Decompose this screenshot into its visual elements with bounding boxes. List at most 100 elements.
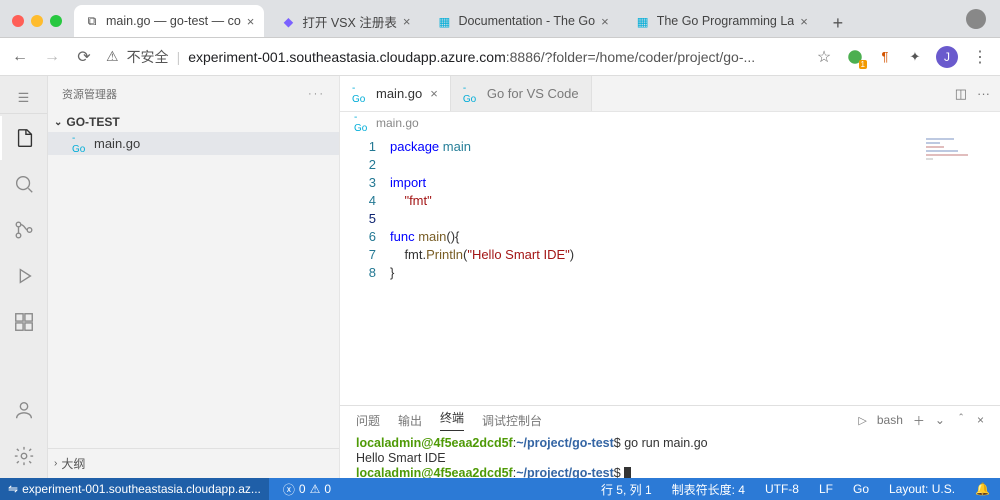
terminal[interactable]: localadmin@4f5eaa2dcd5f:~/project/go-tes…	[340, 434, 1000, 478]
browser-tab-2[interactable]: ◆ 打开 VSX 注册表 ×	[270, 5, 420, 37]
new-terminal-icon[interactable]: ＋	[913, 412, 925, 429]
activity-bar: ☰	[0, 76, 48, 478]
profile-badge[interactable]: J	[936, 46, 958, 68]
editor-tab-main-go[interactable]: -Go main.go ×	[340, 76, 451, 111]
close-tab-icon[interactable]: ×	[800, 14, 808, 29]
panel-tab-output[interactable]: 输出	[398, 412, 422, 429]
close-icon[interactable]: ×	[430, 86, 438, 101]
split-terminal-icon[interactable]: ⌄	[935, 413, 945, 427]
panel-tab-problems[interactable]: 问题	[356, 412, 380, 429]
code-editor[interactable]: 12345678 package main import "fmt" func …	[340, 134, 1000, 405]
indentation[interactable]: 制表符长度: 4	[668, 481, 749, 498]
minimap[interactable]	[926, 138, 996, 178]
go-file-icon: -Go	[352, 88, 368, 100]
language-mode[interactable]: Go	[849, 482, 873, 496]
search-icon[interactable]	[0, 162, 48, 206]
explorer-header: 资源管理器 ···	[48, 76, 339, 112]
editor-tab-go-ext[interactable]: -Go Go for VS Code	[451, 76, 592, 111]
ide-root: ☰ 资源管理器 ··· ⌄ GO-TEST -Go main.go › 大纲	[0, 76, 1000, 478]
error-count: 0	[299, 482, 306, 496]
outline-label: 大纲	[61, 455, 85, 472]
profile-avatar[interactable]	[966, 9, 986, 29]
explorer-sidebar: 资源管理器 ··· ⌄ GO-TEST -Go main.go › 大纲	[48, 76, 340, 478]
bottom-panel: 问题 输出 终端 调试控制台 ▷ bash ＋ ⌄ ＾ × localadmin…	[340, 405, 1000, 478]
cursor-position[interactable]: 行 5, 列 1	[597, 481, 656, 498]
editor-area: -Go main.go × -Go Go for VS Code ◫ ··· -…	[340, 76, 1000, 478]
insecure-label: 不安全	[127, 47, 169, 67]
run-debug-icon[interactable]	[0, 254, 48, 298]
encoding[interactable]: UTF-8	[761, 482, 803, 496]
maximize-panel-icon[interactable]: ＾	[955, 412, 967, 429]
file-name: main.go	[94, 136, 140, 151]
browser-toolbar: ← → ⟳ ⚠ 不安全 | experiment-001.southeastas…	[0, 38, 1000, 76]
breadcrumb[interactable]: -Go main.go	[340, 112, 1000, 134]
more-icon[interactable]: ···	[308, 88, 325, 100]
code-content[interactable]: package main import "fmt" func main(){ f…	[390, 134, 1000, 405]
pilcrow-icon[interactable]: ¶	[876, 48, 894, 66]
outline-section[interactable]: › 大纲	[48, 448, 339, 478]
go-site-icon: ▦	[635, 13, 651, 29]
forward-button[interactable]: →	[42, 48, 62, 66]
warning-icon: ⚠	[310, 482, 321, 496]
go-doc-icon: ▦	[436, 13, 452, 29]
terminal-launch-icon[interactable]: ▷	[858, 414, 866, 427]
back-button[interactable]: ←	[10, 48, 30, 66]
close-panel-icon[interactable]: ×	[977, 413, 984, 427]
chevron-right-icon: ›	[54, 458, 57, 469]
status-bar: ⇋ experiment-001.southeastasia.cloudapp.…	[0, 478, 1000, 500]
close-tab-icon[interactable]: ×	[247, 14, 255, 29]
bookmark-icon[interactable]: ☆	[814, 47, 834, 67]
extensions-icon[interactable]: ✦	[906, 48, 924, 66]
tab-label: main.go	[376, 86, 422, 101]
go-file-icon: -Go	[354, 117, 370, 129]
notifications-icon[interactable]: 🔔	[971, 482, 994, 496]
url-rest: :8886/?folder=/home/coder/project/go-...	[506, 49, 755, 65]
tab-label: Go for VS Code	[487, 86, 579, 101]
tab-label: main.go — go-test — co	[106, 14, 241, 28]
close-window[interactable]	[12, 15, 24, 27]
problems-indicator[interactable]: ⓧ0 ⚠0	[279, 481, 335, 498]
browser-tab-1[interactable]: ⧉ main.go — go-test — co ×	[74, 5, 264, 37]
explorer-icon[interactable]	[0, 116, 48, 160]
kebab-icon[interactable]: ⋮	[970, 47, 990, 67]
minimize-window[interactable]	[31, 15, 43, 27]
remote-indicator[interactable]: ⇋ experiment-001.southeastasia.cloudapp.…	[0, 478, 269, 500]
project-root[interactable]: ⌄ GO-TEST	[48, 112, 339, 132]
project-name: GO-TEST	[66, 115, 119, 129]
split-editor-icon[interactable]: ◫	[955, 86, 967, 102]
hamburger-icon[interactable]: ☰	[0, 82, 47, 114]
close-tab-icon[interactable]: ×	[601, 14, 609, 29]
panel-tabs: 问题 输出 终端 调试控制台 ▷ bash ＋ ⌄ ＾ ×	[340, 406, 1000, 434]
remote-host: experiment-001.southeastasia.cloudapp.az…	[22, 482, 261, 496]
extensions-area: 1 ¶ ✦ J ⋮	[846, 46, 990, 68]
zoom-window[interactable]	[50, 15, 62, 27]
new-tab-button[interactable]: +	[824, 9, 852, 37]
code-server-icon: ⧉	[84, 13, 100, 29]
file-main-go[interactable]: -Go main.go	[48, 132, 339, 155]
keyboard-layout[interactable]: Layout: U.S.	[885, 482, 959, 496]
go-file-icon: -Go	[72, 138, 88, 150]
warning-count: 0	[324, 482, 331, 496]
account-icon[interactable]	[0, 388, 48, 432]
line-gutter: 12345678	[340, 134, 390, 405]
url-host: experiment-001.southeastasia.cloudapp.az…	[188, 49, 506, 65]
chevron-down-icon: ⌄	[54, 117, 62, 128]
extensions-icon[interactable]	[0, 300, 48, 344]
more-icon[interactable]: ···	[977, 86, 990, 101]
shell-name[interactable]: bash	[877, 413, 903, 427]
vsx-icon: ◆	[280, 13, 296, 29]
tab-label: Documentation - The Go	[458, 14, 595, 28]
close-tab-icon[interactable]: ×	[403, 14, 411, 29]
browser-tab-4[interactable]: ▦ The Go Programming La ×	[625, 5, 818, 37]
panel-tab-terminal[interactable]: 终端	[440, 409, 464, 431]
address-bar[interactable]: ⚠ 不安全 | experiment-001.southeastasia.clo…	[106, 47, 802, 67]
browser-tab-3[interactable]: ▦ Documentation - The Go ×	[426, 5, 618, 37]
source-control-icon[interactable]	[0, 208, 48, 252]
reload-button[interactable]: ⟳	[74, 47, 94, 67]
eol[interactable]: LF	[815, 482, 837, 496]
go-ext-icon: -Go	[463, 88, 479, 100]
gear-icon[interactable]	[0, 434, 48, 478]
translate-icon[interactable]: 1	[846, 48, 864, 66]
panel-tab-debug[interactable]: 调试控制台	[482, 412, 542, 429]
remote-icon: ⇋	[8, 482, 18, 496]
